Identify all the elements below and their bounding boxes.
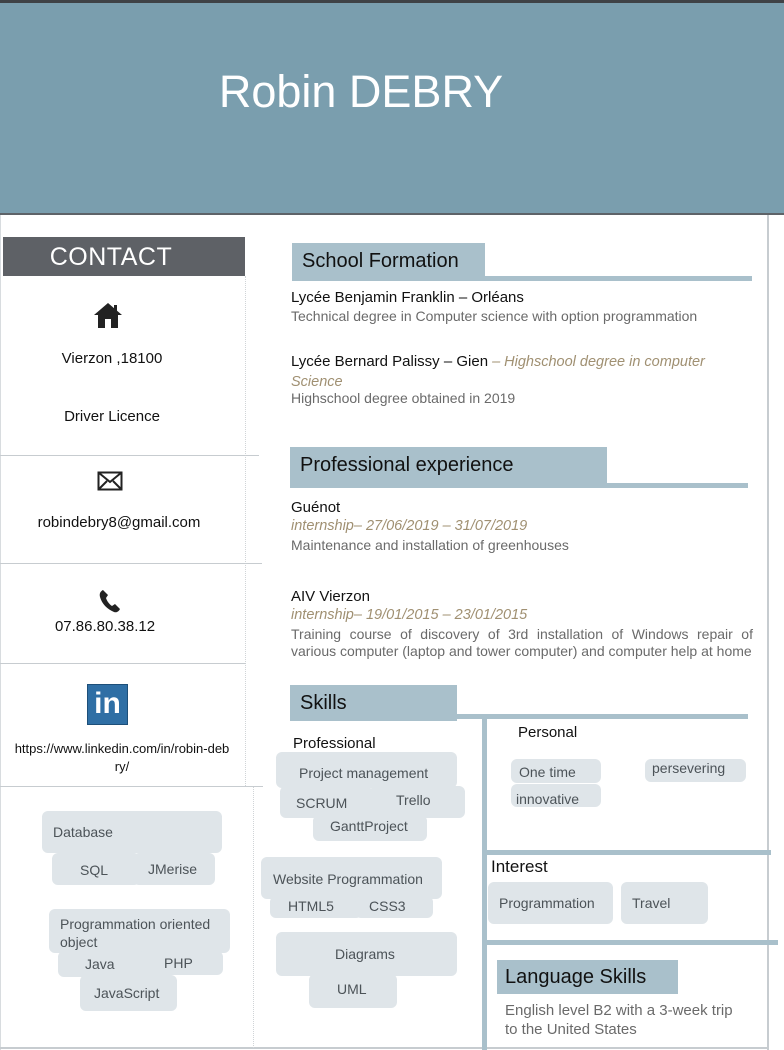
tag-uml: UML: [309, 974, 397, 1008]
experience-section-line: [290, 483, 748, 488]
person-name: Robin DEBRY: [218, 66, 504, 117]
tag-trello-label: Trello: [396, 792, 431, 808]
tag-database-label: Database: [53, 824, 113, 840]
experience-desc: Training course of discovery of 3rd inst…: [291, 626, 753, 659]
tag-jmerise: JMerise: [133, 853, 215, 885]
language-title: Language Skills: [505, 966, 647, 988]
linkedin-url-line2: ry/: [114, 759, 130, 774]
tag-sql: SQL: [52, 853, 140, 885]
school-section-line: [292, 276, 752, 281]
tag-website-programmation-label: Website Programmation: [273, 871, 423, 887]
skills-column-divider: [253, 786, 254, 1048]
tag-php: PHP: [138, 951, 223, 975]
tag-one-time: One time: [511, 759, 601, 783]
school-title: School Formation: [302, 250, 459, 272]
interest-top-line: [487, 850, 771, 855]
tag-trello: Trello: [370, 786, 465, 818]
contact-title: CONTACT: [49, 243, 173, 271]
tag-ganttproject: GanttProject: [313, 815, 427, 841]
tag-diagrams: Diagrams: [276, 932, 457, 976]
phone-text: 07.86.80.38.12: [54, 618, 156, 635]
school-entry-title: Lycée Bernard Palissy – Gien – Highschoo…: [291, 352, 751, 392]
tag-java: Java: [58, 951, 146, 977]
contact-column-divider: [245, 276, 246, 786]
tag-css3: CSS3: [355, 896, 433, 918]
skills-column-separator: [482, 719, 487, 1050]
email-link[interactable]: robindebry8@gmail.com: [0, 514, 238, 531]
tag-poo-line1: Programmation oriented: [60, 916, 211, 932]
tag-html5-label: HTML5: [288, 898, 334, 914]
licence-text: Driver Licence: [64, 408, 160, 425]
contact-divider: [0, 563, 262, 564]
personal-label: Personal: [518, 724, 578, 741]
tag-innovative: innovative: [511, 784, 601, 807]
interest-bottom-line: [487, 940, 778, 945]
interest-item-label: Programmation: [499, 895, 595, 911]
contact-divider: [0, 455, 259, 456]
right-border: [767, 215, 769, 1050]
language-desc: English level B2 with a 3-week trip to t…: [505, 1001, 733, 1039]
language-desc-line2: to the United States: [505, 1021, 637, 1038]
tag-java-label: Java: [85, 956, 115, 972]
experience-title: Professional experience: [300, 454, 514, 476]
tag-one-time-label: One time: [519, 764, 576, 780]
experience-company: Guénot: [291, 499, 341, 516]
interest-title: Interest: [491, 857, 548, 876]
language-desc-line1: English level B2 with a 3-week trip: [505, 1002, 733, 1019]
tag-poo-label: Programmation oriented object: [60, 915, 210, 951]
school-entry-desc: Highschool degree obtained in 2019: [291, 390, 516, 406]
tag-php-label: PHP: [164, 955, 193, 971]
school-entry-degree: – Highschool degree in computer: [488, 354, 705, 370]
skills-title: Skills: [300, 692, 347, 714]
tag-persevering: persevering: [645, 759, 746, 782]
experience-company: AIV Vierzon: [291, 588, 370, 605]
tag-scrum-label: SCRUM: [296, 795, 348, 811]
tag-innovative-label: innovative: [516, 791, 580, 807]
tag-persevering-label: persevering: [652, 760, 726, 776]
tag-ganttproject-label: GanttProject: [330, 818, 408, 834]
interest-item-label: Travel: [632, 895, 671, 911]
school-entry-degree-cont: Science: [291, 374, 343, 390]
tag-javascript-label: JavaScript: [94, 985, 160, 1001]
tag-poo: Programmation oriented object: [49, 909, 230, 953]
tag-scrum: SCRUM: [280, 786, 372, 818]
skills-section-line: [290, 714, 748, 719]
experience-dates: internship– 27/06/2019 – 31/07/2019: [291, 518, 528, 534]
professional-label: Professional: [293, 735, 376, 752]
tag-css3-label: CSS3: [369, 898, 406, 914]
phone-icon: [98, 588, 122, 614]
linkedin-url-line1: https://www.linkedin.com/in/robin-deb: [14, 741, 230, 756]
interest-item: Travel: [621, 882, 708, 924]
tag-jmerise-label: JMerise: [148, 861, 198, 877]
interest-item: Programmation: [488, 882, 613, 924]
tag-poo-line2: object: [60, 934, 98, 950]
tag-uml-label: UML: [337, 981, 367, 997]
school-entry-title: Lycée Benjamin Franklin – Orléans: [291, 289, 524, 306]
home-icon: [88, 300, 128, 332]
tag-sql-label: SQL: [80, 862, 109, 878]
linkedin-logo-text: in: [94, 687, 121, 720]
tag-html5: HTML5: [270, 896, 362, 918]
linkedin-url[interactable]: https://www.linkedin.com/in/robin-deb ry…: [0, 740, 244, 776]
bottom-border: [0, 1047, 769, 1049]
linkedin-icon[interactable]: in: [87, 684, 128, 725]
tag-javascript: JavaScript: [80, 975, 177, 1011]
envelope-icon: [96, 471, 124, 493]
school-entry-desc: Technical degree in Computer science wit…: [291, 308, 698, 324]
header-divider: [0, 213, 784, 215]
tag-project-management-label: Project management: [299, 765, 429, 781]
tag-diagrams-label: Diagrams: [335, 946, 395, 962]
tag-project-management: Project management: [276, 752, 457, 788]
tag-website-programmation: Website Programmation: [261, 857, 442, 899]
contact-divider: [0, 786, 263, 787]
address-text: Vierzon ,18100: [61, 350, 163, 367]
contact-divider: [0, 663, 246, 664]
tag-database: Database: [42, 811, 222, 853]
experience-dates: internship– 19/01/2015 – 23/01/2015: [291, 607, 528, 623]
experience-desc: Maintenance and installation of greenhou…: [291, 537, 569, 553]
school-entry-title-main: Lycée Bernard Palissy – Gien: [291, 353, 489, 370]
